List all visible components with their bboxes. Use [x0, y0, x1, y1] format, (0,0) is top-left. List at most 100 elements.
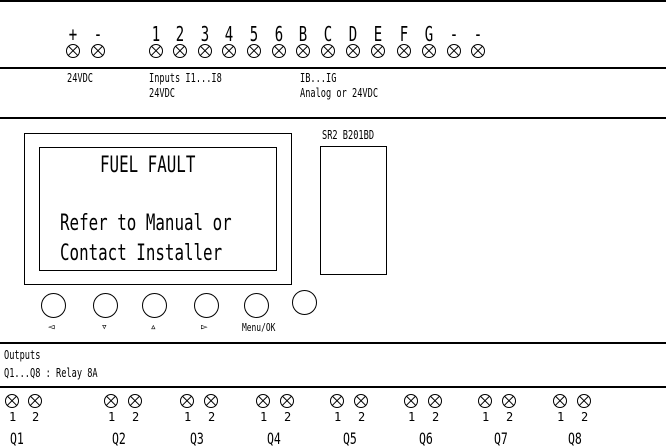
- relay-label-q1: Q1: [10, 429, 24, 448]
- terminal-screw-icon: [247, 44, 261, 58]
- supply-label: 24VDC: [67, 71, 94, 85]
- display-line-2: Contact Installer: [60, 241, 223, 266]
- terminal-screw-icon: [222, 44, 236, 58]
- terminal-screw-icon: [180, 394, 194, 408]
- terminal-screw-icon: [577, 394, 591, 408]
- display-title: FUEL FAULT: [100, 153, 196, 178]
- terminal-label: 3: [200, 22, 210, 46]
- relay-terminal-number: 2: [581, 410, 589, 424]
- terminal-label: 2: [175, 22, 185, 46]
- relay-terminal-number: 1: [334, 410, 342, 424]
- frame-divider-outputs: [0, 342, 666, 344]
- terminal-screw-icon: [478, 394, 492, 408]
- relay-terminal-number: 2: [432, 410, 440, 424]
- terminal-screw-icon: [28, 394, 42, 408]
- terminal-label: 5: [249, 22, 259, 46]
- terminal-screw-icon: [321, 44, 335, 58]
- down-button[interactable]: [93, 293, 118, 318]
- terminal-label: E: [373, 22, 383, 46]
- analog-voltage-label: Analog or 24VDC: [300, 86, 379, 100]
- terminal-screw-icon: [502, 394, 516, 408]
- outputs-description: Q1...Q8 : Relay 8A: [4, 366, 98, 380]
- terminal-screw-icon: [471, 44, 485, 58]
- terminal-screw-icon: [149, 44, 163, 58]
- terminal-screw-icon: [66, 44, 80, 58]
- terminal-label: +: [68, 22, 78, 46]
- outputs-title: Outputs: [4, 348, 41, 362]
- relay-terminal-number: 2: [208, 410, 216, 424]
- relay-label-q7: Q7: [494, 429, 508, 448]
- relay-terminal-number: 2: [506, 410, 514, 424]
- terminal-screw-icon: [447, 44, 461, 58]
- frame-divider-body: [0, 117, 666, 119]
- terminal-label: 4: [224, 22, 234, 46]
- relay-terminal-number: 2: [358, 410, 366, 424]
- relay-label-q8: Q8: [568, 429, 582, 448]
- up-arrow-icon: ▵: [150, 320, 157, 333]
- terminal-label: B: [298, 22, 308, 46]
- cartridge-slot: [320, 146, 387, 275]
- terminal-screw-icon: [280, 394, 294, 408]
- terminal-label: D: [348, 22, 358, 46]
- terminal-screw-icon: [198, 44, 212, 58]
- relay-label-q6: Q6: [419, 429, 433, 448]
- relay-terminal-number: 1: [260, 410, 268, 424]
- terminal-screw-icon: [256, 394, 270, 408]
- terminal-screw-icon: [422, 44, 436, 58]
- relay-label-q5: Q5: [343, 429, 357, 448]
- terminal-screw-icon: [296, 44, 310, 58]
- terminal-screw-icon: [371, 44, 385, 58]
- terminal-label: -: [473, 22, 483, 46]
- terminal-label: G: [424, 22, 434, 46]
- right-button[interactable]: [194, 293, 219, 318]
- right-arrow-icon: ▻: [201, 320, 208, 333]
- relay-terminal-number: 1: [557, 410, 565, 424]
- terminal-screw-icon: [354, 394, 368, 408]
- analog-inputs-label: IB...IG: [300, 71, 337, 85]
- menu-ok-label: Menu/OK: [242, 321, 276, 334]
- terminal-screw-icon: [5, 394, 19, 408]
- model-label: SR2 B201BD: [322, 128, 375, 142]
- terminal-screw-icon: [553, 394, 567, 408]
- relay-terminal-number: 2: [32, 410, 40, 424]
- frame-divider-terminals: [0, 67, 666, 69]
- relay-label-q2: Q2: [112, 429, 126, 448]
- inputs-label: Inputs I1...I8: [149, 71, 222, 85]
- terminal-screw-icon: [404, 394, 418, 408]
- terminal-screw-icon: [346, 44, 360, 58]
- relay-label-q3: Q3: [190, 429, 204, 448]
- terminal-screw-icon: [91, 44, 105, 58]
- relay-terminal-number: 1: [184, 410, 192, 424]
- relay-label-q4: Q4: [267, 429, 281, 448]
- relay-terminal-number: 1: [9, 410, 17, 424]
- relay-terminal-number: 1: [108, 410, 116, 424]
- down-arrow-icon: ▿: [101, 320, 108, 333]
- left-button[interactable]: [41, 293, 66, 318]
- terminal-screw-icon: [397, 44, 411, 58]
- terminal-screw-icon: [330, 394, 344, 408]
- relay-terminal-number: 1: [408, 410, 416, 424]
- relay-terminal-number: 1: [482, 410, 490, 424]
- up-button[interactable]: [142, 293, 167, 318]
- terminal-screw-icon: [204, 394, 218, 408]
- terminal-screw-icon: [428, 394, 442, 408]
- terminal-label: F: [399, 22, 409, 46]
- display-line-1: Refer to Manual or: [60, 211, 232, 236]
- terminal-label: 6: [274, 22, 284, 46]
- relay-terminal-number: 2: [284, 410, 292, 424]
- esc-button[interactable]: [292, 290, 317, 315]
- frame-top-border: [0, 0, 666, 2]
- terminal-label: -: [449, 22, 459, 46]
- terminal-label: 1: [151, 22, 161, 46]
- menu-ok-button[interactable]: [244, 293, 269, 318]
- terminal-screw-icon: [104, 394, 118, 408]
- terminal-screw-icon: [272, 44, 286, 58]
- terminal-label: C: [323, 22, 333, 46]
- relay-terminal-number: 2: [132, 410, 140, 424]
- terminal-label: -: [93, 22, 103, 46]
- terminal-screw-icon: [128, 394, 142, 408]
- terminal-screw-icon: [173, 44, 187, 58]
- left-arrow-icon: ◅: [48, 320, 55, 333]
- inputs-voltage-label: 24VDC: [149, 86, 176, 100]
- frame-divider-relays: [0, 386, 666, 388]
